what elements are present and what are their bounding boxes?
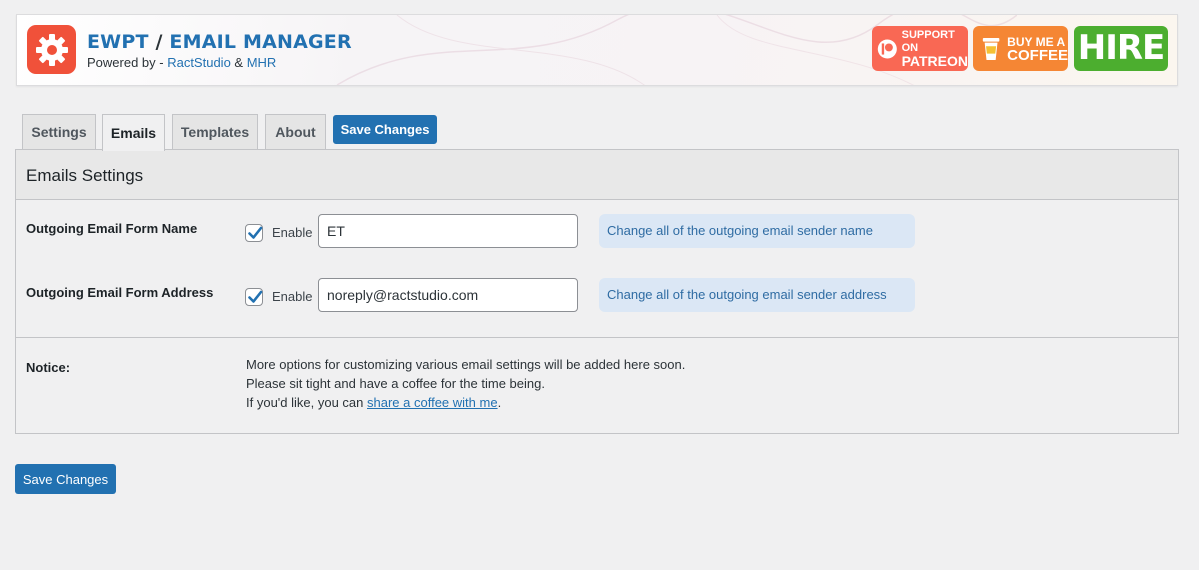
title-email-manager: EMAIL MANAGER [169, 31, 352, 53]
sender-name-input[interactable]: ET [318, 214, 578, 248]
save-changes-bottom-button[interactable]: Save Changes [15, 464, 116, 494]
coffee-cup-icon [982, 37, 1000, 60]
sender-name-label: Outgoing Email Form Name [26, 221, 198, 236]
emails-settings-panel: Emails Settings Outgoing Email Form Name… [15, 149, 1179, 434]
notice-label: Notice: [26, 360, 71, 375]
patreon-label: SUPPORT ON PATREON [902, 29, 968, 68]
tab-about[interactable]: About [265, 114, 326, 149]
buy-me-a-coffee-button[interactable]: BUY ME A COFFEE [973, 26, 1068, 71]
tab-settings[interactable]: Settings [22, 114, 96, 149]
title-ewpt: EWPT [87, 31, 149, 53]
sender-name-enable-checkbox[interactable] [245, 224, 263, 242]
notice-line1: More options for customizing various ema… [246, 357, 686, 372]
powered-amp: & [230, 55, 247, 70]
notice-line3: If you'd like, you can share a coffee wi… [246, 393, 685, 412]
checkmark-icon [248, 290, 263, 303]
powered-by: Powered by - RactStudio & MHR [87, 55, 276, 70]
sender-address-hint: Change all of the outgoing email sender … [599, 278, 915, 312]
sender-address-input[interactable]: noreply@ractstudio.com [318, 278, 578, 312]
logo [27, 25, 76, 74]
powered-prefix: Powered by - [87, 55, 168, 70]
hire-button[interactable]: HIRE [1074, 26, 1168, 71]
plugin-title: EWPT / EMAIL MANAGER [87, 31, 352, 53]
notice-text: More options for customizing various ema… [246, 355, 685, 412]
sender-name-enable-label: Enable [272, 225, 313, 240]
ractstudio-link[interactable]: RactStudio [167, 55, 231, 70]
tab-emails[interactable]: Emails [102, 114, 165, 151]
tab-templates[interactable]: Templates [172, 114, 258, 149]
panel-header: Emails Settings [16, 150, 1178, 200]
panel-title: Emails Settings [26, 166, 144, 185]
plugin-header: EWPT / EMAIL MANAGER Powered by - RactSt… [16, 14, 1178, 86]
notice-line2: Please sit tight and have a coffee for t… [246, 376, 545, 391]
panel-divider [16, 337, 1178, 338]
title-separator: / [148, 31, 170, 53]
sender-address-label: Outgoing Email Form Address [26, 285, 214, 300]
sender-address-enable-label: Enable [272, 289, 313, 304]
patreon-button[interactable]: SUPPORT ON PATREON [872, 26, 968, 71]
notice-line3-suffix: . [497, 395, 502, 410]
share-coffee-link[interactable]: share a coffee with me [367, 395, 498, 410]
coffee-line2: COFFEE [1007, 46, 1068, 64]
coffee-label: BUY ME A COFFEE [1007, 35, 1068, 63]
patreon-line2: PATREON [901, 53, 968, 69]
save-changes-top-button[interactable]: Save Changes [333, 115, 437, 144]
patreon-line1: SUPPORT ON [901, 29, 955, 54]
patreon-icon [877, 38, 897, 59]
gear-icon [35, 33, 68, 66]
checkmark-icon [248, 226, 263, 239]
notice-line3-prefix: If you'd like, you can [246, 395, 367, 410]
sender-address-enable-checkbox[interactable] [245, 288, 263, 306]
mhr-link[interactable]: MHR [247, 55, 277, 70]
sender-name-hint: Change all of the outgoing email sender … [599, 214, 915, 248]
